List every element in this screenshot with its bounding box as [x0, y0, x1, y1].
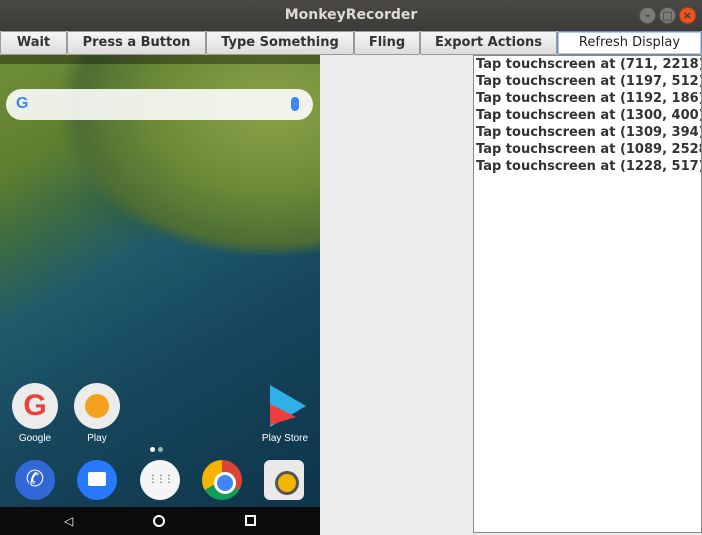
- window-titlebar: MonkeyRecorder – □ ×: [0, 0, 702, 31]
- recents-icon[interactable]: [245, 515, 256, 526]
- microphone-icon[interactable]: [291, 97, 299, 111]
- app-play-store[interactable]: Play Store: [255, 383, 315, 444]
- minimize-icon[interactable]: –: [639, 7, 656, 24]
- chrome-icon[interactable]: [202, 460, 242, 500]
- app-drawer-icon[interactable]: [140, 460, 180, 500]
- wait-button[interactable]: Wait: [0, 31, 67, 55]
- home-icon[interactable]: [153, 515, 165, 527]
- recorded-actions-list[interactable]: Tap touchscreen at (711, 2218) Tap touch…: [473, 55, 702, 533]
- google-search-bar[interactable]: G: [6, 89, 313, 120]
- wallpaper-landmass: [60, 55, 320, 255]
- window-controls: – □ ×: [639, 7, 696, 24]
- app-label: Play Store: [261, 433, 309, 444]
- phone-icon[interactable]: [15, 460, 55, 500]
- android-nav-bar: ◁: [0, 507, 320, 535]
- camera-icon[interactable]: [264, 460, 304, 500]
- window-title: MonkeyRecorder: [284, 7, 418, 23]
- app-google[interactable]: G Google: [5, 383, 65, 444]
- app-label: Play: [87, 433, 107, 444]
- page-indicator: [150, 447, 163, 452]
- list-item[interactable]: Tap touchscreen at (1197, 512): [474, 73, 701, 90]
- close-icon[interactable]: ×: [679, 7, 696, 24]
- fling-button[interactable]: Fling: [354, 31, 420, 55]
- export-actions-button[interactable]: Export Actions: [420, 31, 557, 55]
- play-folder-icon: [74, 383, 120, 429]
- refresh-display-button[interactable]: Refresh Display: [557, 31, 702, 55]
- maximize-icon[interactable]: □: [659, 7, 676, 24]
- messages-icon[interactable]: [77, 460, 117, 500]
- list-item[interactable]: Tap touchscreen at (1192, 186): [474, 90, 701, 107]
- list-item[interactable]: Tap touchscreen at (1228, 517): [474, 158, 701, 175]
- empty-panel: [320, 55, 473, 535]
- google-g-icon: G: [16, 95, 29, 112]
- app-label: Google: [18, 433, 52, 444]
- type-something-button[interactable]: Type Something: [206, 31, 354, 55]
- list-item[interactable]: Tap touchscreen at (711, 2218): [474, 56, 701, 73]
- toolbar: Wait Press a Button Type Something Fling…: [0, 31, 702, 55]
- list-item[interactable]: Tap touchscreen at (1309, 394): [474, 124, 701, 141]
- google-app-icon: G: [12, 383, 58, 429]
- back-icon[interactable]: ◁: [64, 514, 73, 528]
- play-store-icon: [262, 383, 308, 429]
- press-a-button-button[interactable]: Press a Button: [67, 31, 206, 55]
- list-item[interactable]: Tap touchscreen at (1089, 2528): [474, 141, 701, 158]
- device-screen[interactable]: G G Google Play Play Store ◁: [0, 55, 320, 535]
- app-play[interactable]: Play: [67, 383, 127, 444]
- list-item[interactable]: Tap touchscreen at (1300, 400): [474, 107, 701, 124]
- status-bar: [0, 55, 320, 64]
